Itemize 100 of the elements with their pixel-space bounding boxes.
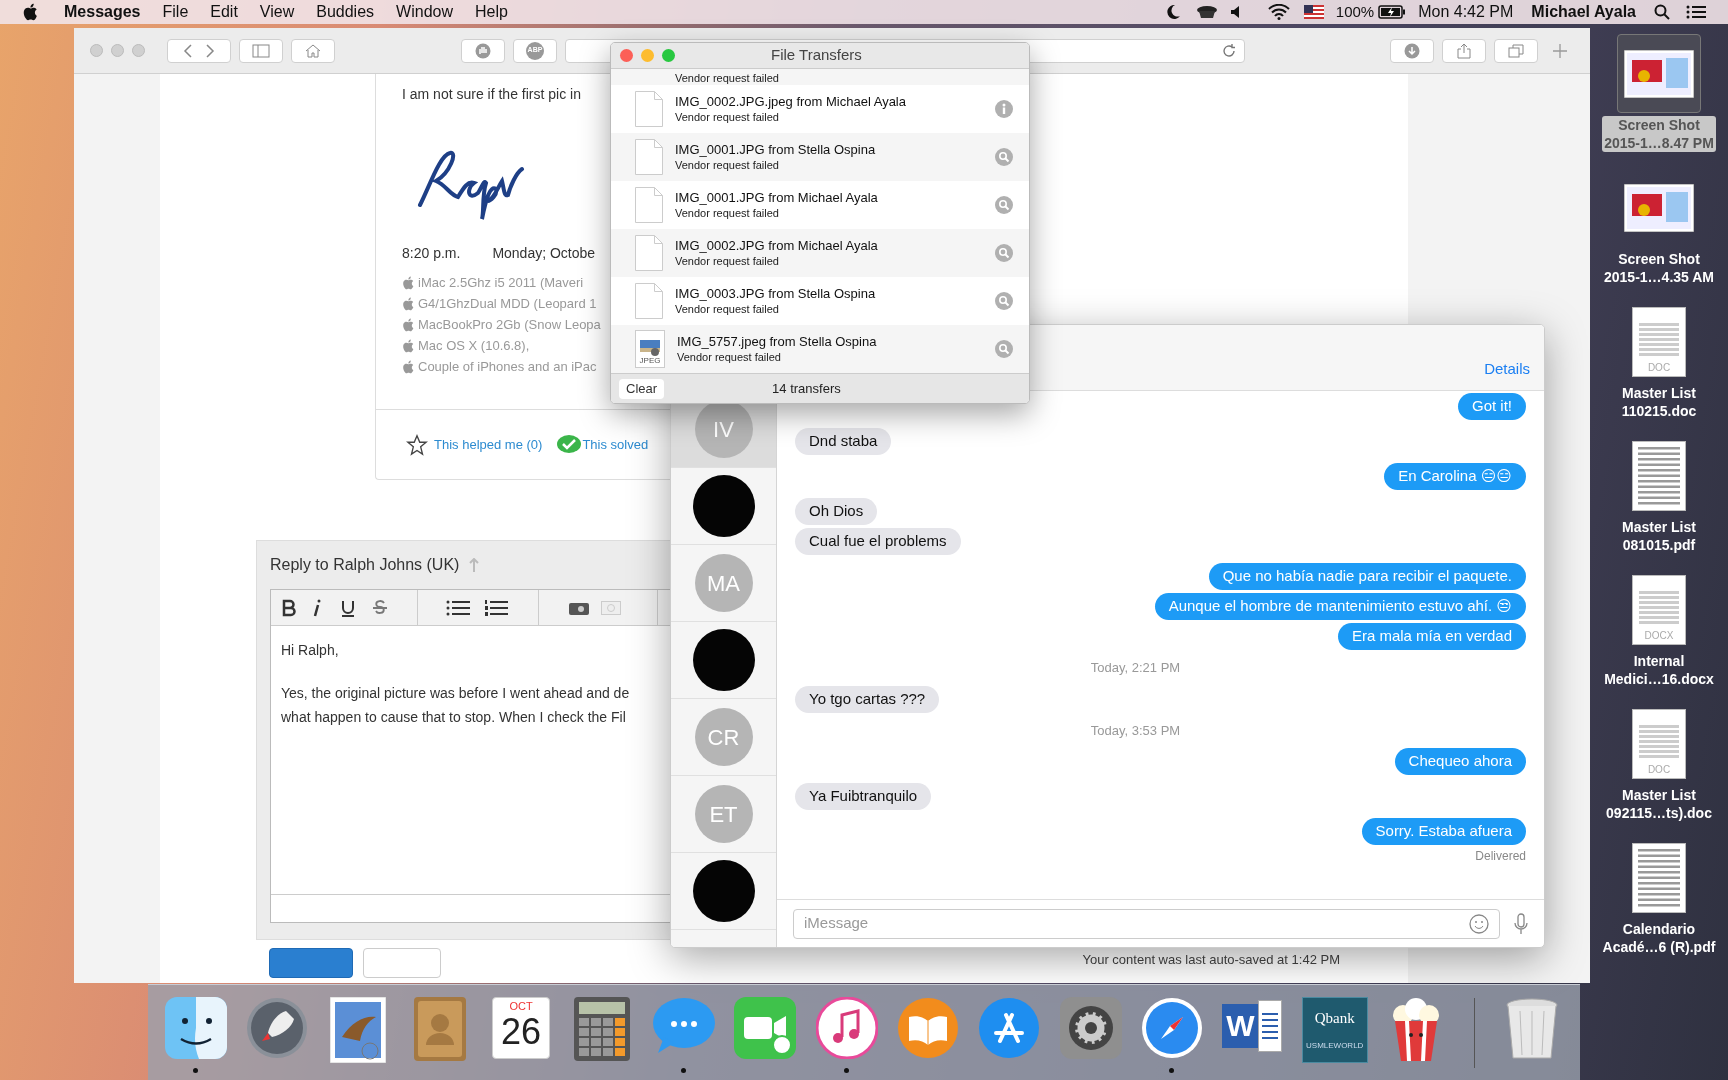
window-title: File Transfers: [771, 45, 862, 66]
close-button[interactable]: [620, 49, 633, 62]
spec-text: Mac OS X (10.6.8),: [418, 337, 530, 356]
sent-message: Era mala mía en verdad: [1337, 623, 1526, 650]
camera-icon[interactable]: [569, 600, 589, 615]
check-bubble-icon: [556, 433, 583, 456]
transfer-row[interactable]: IMG_0001.JPG from Stella Ospina Vendor request failed: [611, 133, 1029, 181]
blank-file-icon: [635, 139, 663, 175]
download-icon: [1404, 42, 1420, 59]
spec-text: iMac 2.5Ghz i5 2011 (Maveri: [418, 274, 584, 293]
wifi-icon[interactable]: [1267, 4, 1290, 20]
finder-icon[interactable]: [164, 996, 227, 1059]
screenshot-thumbnail: [1624, 183, 1694, 232]
bullet-list-icon[interactable]: [446, 598, 470, 617]
magnifier-icon[interactable]: [995, 340, 1013, 358]
menu-item[interactable]: Help: [475, 0, 508, 24]
battery-percent: 100%: [1335, 1, 1375, 22]
desktop-icon[interactable]: [1617, 34, 1701, 113]
magnifier-icon[interactable]: [995, 196, 1013, 214]
delivery-status: Delivered: [1475, 848, 1526, 865]
battery-icon[interactable]: [1378, 5, 1407, 19]
video-camera-icon[interactable]: [734, 996, 797, 1059]
menu-item[interactable]: Edit: [210, 0, 238, 24]
screenshot-thumbnail: [1624, 49, 1694, 98]
sent-message: Que no había nadie para recibir el paquete.: [1208, 563, 1526, 590]
calendar-icon[interactable]: OCT 26: [492, 996, 551, 1059]
strikethrough-icon[interactable]: [373, 598, 387, 617]
document-icon: DOC: [1632, 306, 1686, 377]
magnifier-icon[interactable]: [995, 244, 1013, 262]
plus-icon: [1553, 43, 1567, 58]
zoom-button[interactable]: [662, 49, 675, 62]
received-message: Cual fue el problems: [795, 528, 961, 555]
underline-icon[interactable]: [341, 598, 355, 617]
bold-icon[interactable]: [281, 598, 297, 617]
compass-icon[interactable]: [1141, 996, 1203, 1059]
qbank-icon[interactable]: Qbank USMLEWORLD: [1301, 996, 1368, 1063]
book-icon[interactable]: [896, 996, 959, 1059]
transfer-row[interactable]: IMG_0002.JPG.jpeg from Michael Ayala Vendor request failed: [611, 85, 1029, 133]
file-name: IMG_0002.JPG from Michael Ayala: [675, 237, 879, 254]
reload-icon[interactable]: [1222, 43, 1236, 58]
apple-menu-icon: [22, 3, 38, 21]
music-note-icon[interactable]: [815, 996, 878, 1059]
sent-message: Got it!: [1458, 393, 1526, 420]
magnifier-icon[interactable]: [995, 148, 1013, 166]
spec-text: Couple of iPhones and an iPac: [418, 358, 597, 377]
magnifier-icon[interactable]: [995, 292, 1013, 310]
transfer-status: Vendor request failed: [677, 350, 782, 365]
apple-icon: [402, 276, 414, 290]
list-icon[interactable]: [1686, 5, 1706, 19]
menu-item[interactable]: Buddies: [316, 0, 375, 24]
blank-file-icon: [635, 235, 663, 271]
sent-message: Chequeo ahora: [1394, 748, 1526, 775]
flag-icon[interactable]: [1303, 5, 1324, 19]
avatar-initials: ET: [694, 785, 753, 843]
solved-link[interactable]: This solved: [582, 434, 649, 455]
received-message: Dnd staba: [795, 428, 892, 455]
jpeg-file-icon: JPEG: [635, 330, 665, 368]
stamp-icon[interactable]: [330, 996, 387, 1063]
menu-item[interactable]: Window: [396, 0, 453, 24]
search-icon[interactable]: [1654, 4, 1670, 20]
microphone-icon[interactable]: [1514, 912, 1528, 935]
autosave-note: Your content was last auto-saved at 1:42 PM: [1082, 951, 1340, 969]
back-forward-button[interactable]: [167, 38, 231, 63]
clock[interactable]: Mon 4:42 PM: [1418, 0, 1514, 24]
menu-item[interactable]: View: [259, 0, 295, 24]
numbered-list-icon[interactable]: [484, 598, 508, 617]
transfer-status: Vendor request failed: [675, 158, 780, 173]
transfer-row[interactable]: IMG_0002.JPG from Michael Ayala Vendor request failed: [611, 229, 1029, 277]
desktop-icon-label: Master List 092115…ts).doc: [1605, 786, 1713, 822]
running-indicator: [844, 1067, 850, 1073]
info-icon[interactable]: [995, 100, 1013, 118]
up-arrow-icon: [469, 558, 480, 572]
message-input: iMessage: [804, 912, 1469, 935]
clear-button[interactable]: Clear: [619, 378, 665, 399]
app-menu[interactable]: Messages: [64, 0, 141, 24]
apple-icon: [402, 297, 414, 311]
menu-item[interactable]: File: [162, 0, 189, 24]
trash-icon[interactable]: [1505, 996, 1560, 1061]
smiley-icon[interactable]: [1469, 913, 1489, 934]
desktop-icon-label: Screen Shot 2015-1…8.47 PM: [1602, 116, 1716, 152]
gear-icon[interactable]: [1059, 996, 1122, 1059]
hand-button[interactable]: [461, 38, 505, 63]
transfer-row[interactable]: IMG_0001.JPG from Michael Ayala Vendor request failed: [611, 181, 1029, 229]
running-indicator: [1169, 1067, 1175, 1073]
transfer-status: Vendor request failed: [675, 206, 780, 221]
italic-icon[interactable]: [313, 598, 321, 617]
blank-file-icon: [635, 283, 663, 319]
details-button[interactable]: Details: [1484, 357, 1530, 380]
cup-icon[interactable]: [1195, 4, 1218, 20]
downloads-button[interactable]: [1390, 38, 1434, 63]
transfer-row[interactable]: IMG_0003.JPG from Stella Ospina Vendor request failed: [611, 277, 1029, 325]
transfer-status: Vendor request failed: [675, 254, 780, 269]
user-menu[interactable]: Michael Ayala: [1531, 0, 1636, 24]
message-field[interactable]: iMessage: [793, 908, 1500, 939]
speech-bubble-icon[interactable]: [651, 996, 716, 1055]
app-store-icon[interactable]: [978, 996, 1041, 1059]
calculator-icon[interactable]: [574, 996, 631, 1061]
transfer-row[interactable]: JPEG IMG_5757.jpeg from Stella Ospina Vendor request failed: [611, 325, 1029, 373]
helped-link[interactable]: This helped me (0): [434, 434, 543, 455]
avatar-initials: MA: [694, 554, 753, 612]
